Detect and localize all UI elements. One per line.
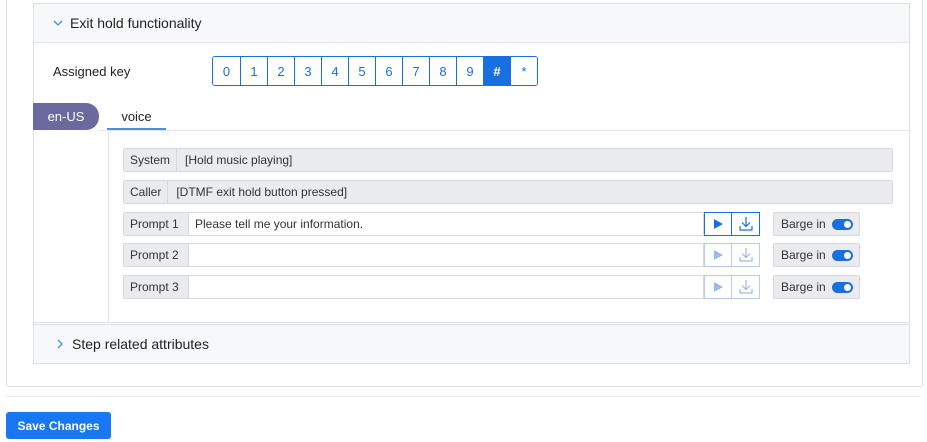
prompt-label: Prompt 3 bbox=[123, 275, 189, 299]
caller-tag: Caller bbox=[124, 181, 169, 203]
barge-in-label: Barge in bbox=[781, 217, 826, 231]
key-button[interactable]: 2 bbox=[267, 57, 294, 85]
prompt-row-1: Prompt 1 bbox=[123, 212, 760, 236]
barge-in-2: Barge in bbox=[773, 243, 860, 267]
barge-in-label: Barge in bbox=[781, 280, 826, 294]
barge-in-toggle-3[interactable] bbox=[831, 281, 853, 293]
key-button[interactable]: 0 bbox=[213, 57, 240, 85]
prompt-label: Prompt 1 bbox=[123, 212, 189, 236]
prompt-input-1[interactable] bbox=[189, 212, 704, 236]
prompt-input-3[interactable] bbox=[189, 275, 704, 299]
chevron-right-icon bbox=[54, 338, 66, 350]
prompt-label: Prompt 2 bbox=[123, 243, 189, 267]
play-icon bbox=[714, 282, 723, 292]
voice-content: System [Hold music playing] Caller [DTMF… bbox=[108, 131, 909, 322]
barge-in-3: Barge in bbox=[773, 275, 860, 299]
footer-divider bbox=[6, 396, 921, 397]
caller-text: [DTMF exit hold button pressed] bbox=[176, 185, 348, 199]
assigned-key-selector: 0 1 2 3 4 5 6 7 8 9 # * bbox=[212, 56, 538, 86]
prompt-input-2[interactable] bbox=[189, 243, 704, 267]
key-button[interactable]: 6 bbox=[375, 57, 402, 85]
tab-voice[interactable]: voice bbox=[107, 106, 166, 130]
download-icon bbox=[738, 280, 753, 294]
step-attributes-title: Step related attributes bbox=[72, 336, 209, 352]
prompt-row-2: Prompt 2 bbox=[123, 243, 760, 267]
exit-hold-panel: Exit hold functionality Assigned key 012… bbox=[33, 3, 910, 323]
key-button[interactable]: 8 bbox=[429, 57, 456, 85]
download-icon bbox=[738, 248, 753, 262]
caller-row: Caller [DTMF exit hold button pressed] bbox=[123, 180, 893, 204]
play-icon bbox=[714, 250, 723, 260]
key-button[interactable]: 7 bbox=[402, 57, 429, 85]
download-icon bbox=[738, 217, 753, 231]
barge-in-label: Barge in bbox=[781, 248, 826, 262]
barge-in-toggle-2[interactable] bbox=[831, 249, 853, 261]
download-button[interactable] bbox=[732, 243, 760, 267]
exit-hold-title: Exit hold functionality bbox=[70, 15, 202, 31]
play-button[interactable] bbox=[704, 243, 732, 267]
key-button[interactable]: 9 bbox=[456, 57, 483, 85]
download-button[interactable] bbox=[732, 212, 760, 236]
play-button[interactable] bbox=[704, 212, 732, 236]
key-button[interactable]: 4 bbox=[321, 57, 348, 85]
play-button[interactable] bbox=[704, 275, 732, 299]
download-button[interactable] bbox=[732, 275, 760, 299]
prompt-row-3: Prompt 3 bbox=[123, 275, 760, 299]
save-changes-button[interactable]: Save Changes bbox=[6, 412, 111, 439]
key-button[interactable]: * bbox=[510, 57, 537, 85]
key-button[interactable]: 1 bbox=[240, 57, 267, 85]
step-attributes-header[interactable]: Step related attributes bbox=[34, 325, 909, 363]
system-text: [Hold music playing] bbox=[185, 153, 293, 167]
system-tag: System bbox=[124, 149, 178, 171]
key-button[interactable]: 3 bbox=[294, 57, 321, 85]
key-button[interactable]: 5 bbox=[348, 57, 375, 85]
chevron-down-icon bbox=[52, 17, 64, 29]
play-icon bbox=[714, 219, 723, 229]
barge-in-toggle-1[interactable] bbox=[831, 218, 853, 230]
barge-in-1: Barge in bbox=[773, 212, 860, 236]
assigned-key-label: Assigned key bbox=[53, 64, 131, 79]
language-tab-en-us[interactable]: en-US bbox=[33, 103, 99, 130]
system-row: System [Hold music playing] bbox=[123, 148, 893, 172]
exit-hold-header[interactable]: Exit hold functionality bbox=[34, 4, 909, 43]
settings-card: Exit hold functionality Assigned key 012… bbox=[6, 0, 923, 387]
step-attributes-panel: Step related attributes bbox=[33, 324, 910, 364]
key-button[interactable]: # bbox=[483, 57, 510, 85]
